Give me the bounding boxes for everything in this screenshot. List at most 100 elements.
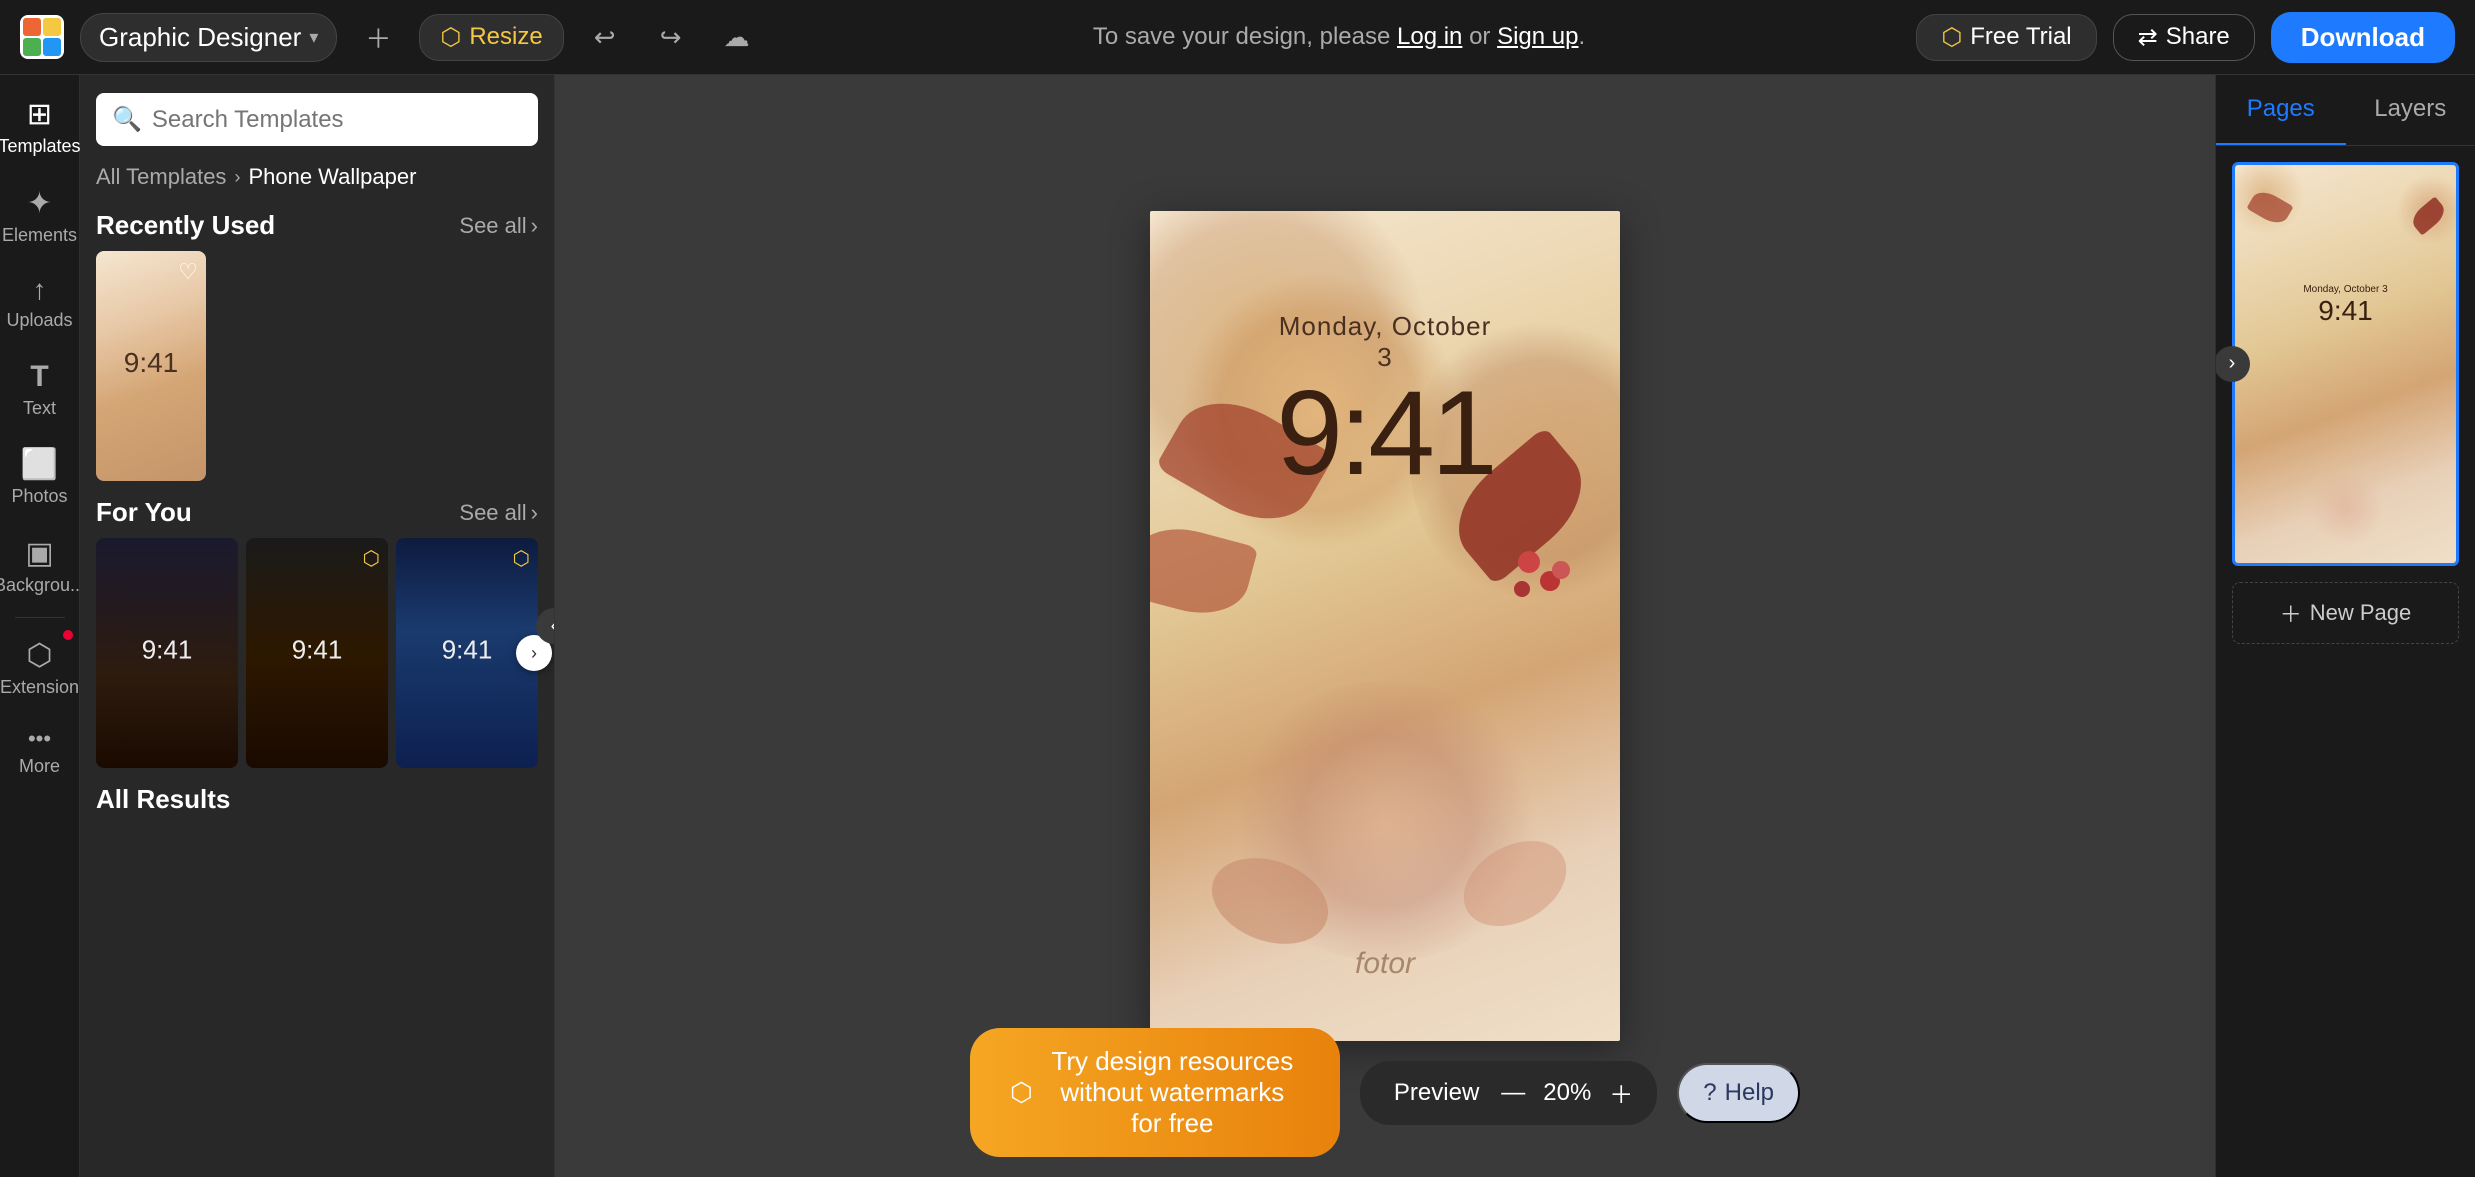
tab-pages[interactable]: Pages xyxy=(2216,75,2346,145)
app-selector[interactable]: Graphic Designer ▾ xyxy=(80,13,337,62)
left-sidebar: ⊞ Templates ✦ Elements ↑ Uploads T Text … xyxy=(0,75,80,1177)
page-1-thumbnail[interactable]: Monday, October 3 9:41 xyxy=(2232,162,2459,566)
canvas-area: Monday, October 3 9:41 fotor ⬡ Try desig… xyxy=(555,75,2215,1177)
sidebar-item-elements[interactable]: ✦ Elements xyxy=(3,174,77,259)
cloud-icon: ☁ xyxy=(724,22,750,53)
sidebar-label-uploads: Uploads xyxy=(6,310,72,332)
zoom-level: 20% xyxy=(1537,1079,1597,1107)
preview-label: Preview xyxy=(1394,1079,1479,1106)
zoom-out-button[interactable]: — xyxy=(1501,1079,1525,1107)
redo-icon: ↪ xyxy=(660,22,682,53)
logo[interactable] xyxy=(20,15,64,59)
sidebar-divider xyxy=(15,617,65,618)
undo-button[interactable]: ↩ xyxy=(580,12,630,62)
undo-icon: ↩ xyxy=(594,22,616,53)
canvas-text: Monday, October 3 9:41 xyxy=(1268,311,1503,493)
text-icon: T xyxy=(30,360,48,394)
backgrounds-icon: ▣ xyxy=(25,536,53,571)
canvas-design[interactable]: Monday, October 3 9:41 fotor xyxy=(1150,211,1620,1041)
add-page-button[interactable]: ＋ xyxy=(353,12,403,62)
resize-icon: ⬡ xyxy=(440,23,461,52)
breadcrumb-all-templates[interactable]: All Templates xyxy=(96,164,226,190)
recently-used-section-header: Recently Used See all › xyxy=(96,194,538,251)
canvas-logo: fotor xyxy=(1355,947,1415,981)
resize-label: Resize xyxy=(469,23,542,51)
search-icon: 🔍 xyxy=(112,105,142,134)
template-panel: 🔍 All Templates › Phone Wallpaper Recent… xyxy=(80,75,555,1177)
right-panel-tabs: Pages Layers xyxy=(2216,75,2475,146)
templates-icon: ⊞ xyxy=(27,97,52,132)
for-you-section-header: For You See all › xyxy=(96,481,538,538)
download-button[interactable]: Download xyxy=(2271,12,2455,63)
sidebar-label-extension: Extension xyxy=(0,677,79,699)
new-page-label: New Page xyxy=(2310,600,2412,626)
right-panel: Pages Layers Monday, October xyxy=(2215,75,2475,1177)
sidebar-item-photos[interactable]: ⬜ Photos xyxy=(3,435,77,520)
help-label: Help xyxy=(1725,1079,1774,1107)
sidebar-label-photos: Photos xyxy=(11,486,67,508)
new-page-button[interactable]: ＋ New Page xyxy=(2232,582,2459,644)
download-label: Download xyxy=(2301,22,2425,52)
diamond-icon-watermark: ⬡ xyxy=(1010,1077,1033,1108)
watermark-label: Try design resources without watermarks … xyxy=(1045,1046,1300,1139)
breadcrumb-current: Phone Wallpaper xyxy=(248,164,416,190)
watermark-button[interactable]: ⬡ Try design resources without watermark… xyxy=(970,1028,1340,1157)
sidebar-item-templates[interactable]: ⊞ Templates xyxy=(3,85,77,170)
for-you-see-all[interactable]: See all › xyxy=(459,500,538,526)
sidebar-item-uploads[interactable]: ↑ Uploads xyxy=(3,262,77,344)
for-you-grid: ⬡ ⬡ › xyxy=(96,538,538,768)
extension-icon: ⬡ xyxy=(26,638,52,673)
sidebar-label-backgrounds: Backgrou... xyxy=(0,575,85,597)
sidebar-item-text[interactable]: T Text xyxy=(3,348,77,432)
template-thumb-floral-recent[interactable]: ♡ xyxy=(96,251,206,481)
page-1-container: Monday, October 3 9:41 › xyxy=(2232,162,2459,566)
more-icon: ••• xyxy=(28,726,51,752)
sidebar-label-text: Text xyxy=(23,398,56,420)
help-button[interactable]: ? Help xyxy=(1677,1063,1800,1123)
page-thumb-time: Monday, October 3 9:41 xyxy=(2303,284,2387,327)
login-link[interactable]: Log in xyxy=(1397,23,1462,50)
sidebar-item-more[interactable]: ••• More xyxy=(3,714,77,790)
canvas-date: Monday, October 3 xyxy=(1268,311,1503,373)
photos-icon: ⬜ xyxy=(21,447,58,482)
resize-button[interactable]: ⬡ Resize xyxy=(419,14,563,61)
share-label: Share xyxy=(2166,23,2230,51)
pages-area: Monday, October 3 9:41 › ＋ New Page xyxy=(2216,146,2475,1177)
template-scroll: Recently Used See all › ♡ For You See al… xyxy=(80,194,554,1177)
breadcrumb: All Templates › Phone Wallpaper xyxy=(80,156,554,194)
sidebar-item-extension[interactable]: ⬡ Extension xyxy=(3,626,77,711)
sidebar-label-templates: Templates xyxy=(0,136,81,158)
plus-icon: ＋ xyxy=(365,19,391,56)
save-message: To save your design, please Log in or Si… xyxy=(778,23,1901,51)
share-icon: ⇄ xyxy=(2138,23,2158,52)
breadcrumb-chevron-icon: › xyxy=(234,167,240,188)
for-you-title: For You xyxy=(96,497,192,528)
uploads-icon: ↑ xyxy=(33,274,47,306)
free-trial-button[interactable]: ⬡ Free Trial xyxy=(1916,14,2096,61)
chevron-right-icon: › xyxy=(531,213,538,239)
template-thumb-moon[interactable] xyxy=(96,538,238,768)
template-thumb-leaves[interactable]: ⬡ xyxy=(246,538,388,768)
share-button[interactable]: ⇄ Share xyxy=(2113,14,2255,61)
bottom-controls-bar: ⬡ Try design resources without watermark… xyxy=(970,1028,1800,1157)
tab-layers[interactable]: Layers xyxy=(2346,75,2475,145)
recently-used-grid: ♡ xyxy=(96,251,538,481)
sidebar-item-backgrounds[interactable]: ▣ Backgrou... xyxy=(3,524,77,609)
recently-used-see-all[interactable]: See all › xyxy=(459,213,538,239)
sidebar-label-more: More xyxy=(19,756,60,778)
cloud-save-button[interactable]: ☁ xyxy=(712,12,762,62)
search-input[interactable] xyxy=(152,106,522,134)
preview-button[interactable]: Preview xyxy=(1384,1075,1489,1111)
search-bar: 🔍 xyxy=(96,93,538,146)
all-results-title: All Results xyxy=(96,784,230,815)
zoom-in-button[interactable]: ＋ xyxy=(1609,1075,1633,1110)
recently-used-title: Recently Used xyxy=(96,210,275,241)
signup-link[interactable]: Sign up xyxy=(1497,23,1578,50)
free-trial-label: Free Trial xyxy=(1970,23,2071,51)
notification-dot xyxy=(63,630,73,640)
search-bar-container: 🔍 xyxy=(80,75,554,156)
main-layout: ⊞ Templates ✦ Elements ↑ Uploads T Text … xyxy=(0,75,2475,1177)
app-name-label: Graphic Designer xyxy=(99,22,301,53)
redo-button[interactable]: ↪ xyxy=(646,12,696,62)
navbar: Graphic Designer ▾ ＋ ⬡ Resize ↩ ↪ ☁ To s… xyxy=(0,0,2475,75)
